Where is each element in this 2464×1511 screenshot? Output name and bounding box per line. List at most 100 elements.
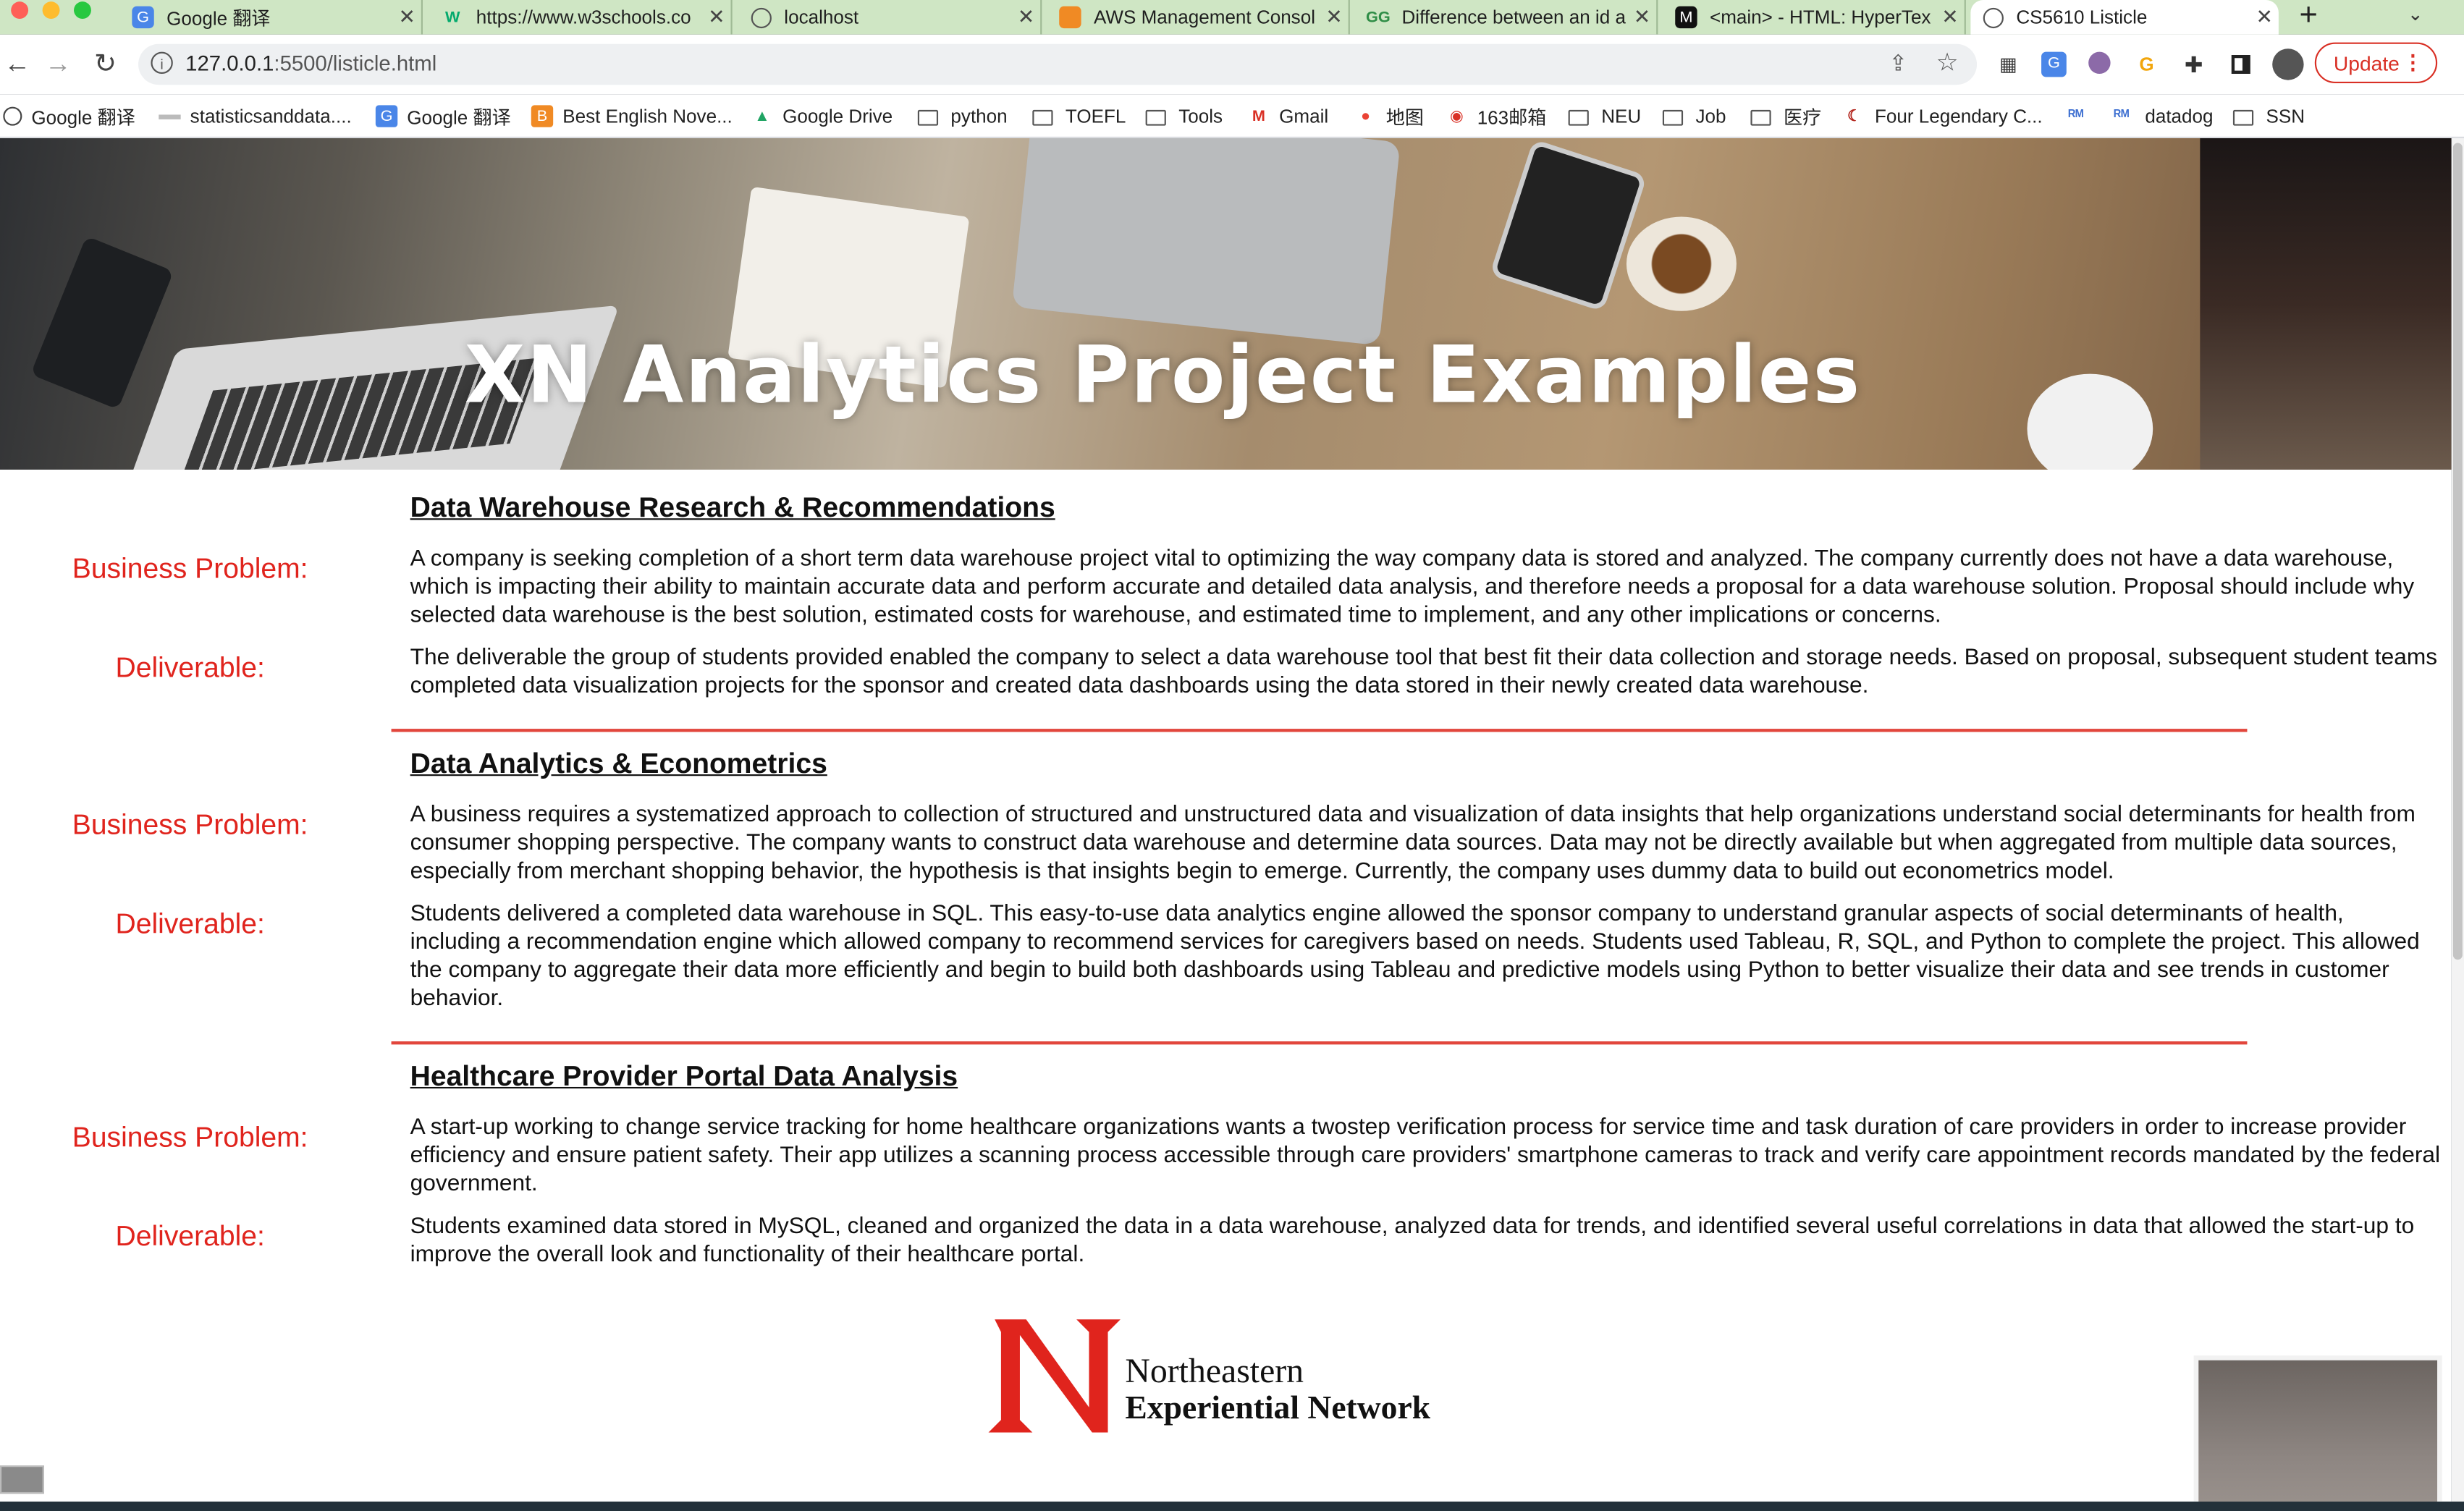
tab-geeksforgeeks[interactable]: GG Difference between an id a ✕ — [1354, 0, 1658, 35]
deliverable-label: Deliverable: — [115, 1220, 265, 1252]
map-pin-icon: ● — [1360, 107, 1371, 125]
folder-icon — [917, 109, 939, 126]
back-icon[interactable]: ← — [0, 47, 35, 82]
browser-toolbar: ← → ↻ i 127.0.0.1:5500/listicle.html ⇪ ☆… — [0, 34, 2464, 95]
deliverable-text: Students delivered a completed data ware… — [410, 901, 2420, 1012]
tab-w3schools[interactable]: W https://www.w3schools.co ✕ — [429, 0, 733, 35]
bookmark-statisticsanddata[interactable]: statisticsanddata.... — [159, 101, 352, 132]
project-title: Healthcare Provider Portal Data Analysis — [410, 1060, 958, 1092]
page-scrollbar[interactable] — [2451, 138, 2464, 1502]
reload-icon[interactable]: ↻ — [88, 47, 123, 82]
tab-cs5610-listicle[interactable]: CS5610 Listicle ✕ — [1970, 0, 2279, 35]
bookmark-datadog[interactable]: ᴿᴹ datadog — [2107, 101, 2213, 132]
deliverable-label: Deliverable: — [115, 651, 265, 684]
bookmark-best-english-novels[interactable]: B Best English Nove... — [531, 101, 733, 132]
tab-localhost[interactable]: localhost ✕ — [738, 0, 1042, 35]
bookmark-four-legendary[interactable]: ☾ Four Legendary C... — [1844, 101, 2043, 132]
google-drive-icon: ▲ — [754, 107, 770, 125]
northeastern-logo: Northeastern Experiential Network — [988, 1313, 1448, 1439]
globe-icon — [3, 106, 22, 126]
bookmark-star-icon[interactable]: ☆ — [1936, 47, 1959, 78]
folder-icon — [1662, 109, 1684, 126]
tab-google-translate[interactable]: G Google 翻译 ✕ — [119, 0, 423, 35]
address-bar[interactable]: i 127.0.0.1:5500/listicle.html ⇪ ☆ — [138, 43, 1978, 85]
hero-title: XN Analytics Project Examples — [464, 329, 1862, 421]
bookmark-folder-tools[interactable]: Tools — [1145, 101, 1223, 132]
scroll-nub[interactable] — [0, 1465, 44, 1494]
gmail-icon: M — [1252, 107, 1265, 125]
bookmark-163-mail[interactable]: ◉ 163邮箱 — [1446, 101, 1546, 132]
globe-icon — [1983, 7, 2004, 27]
grammarly-icon[interactable]: G — [2134, 52, 2159, 77]
globe-icon — [751, 7, 772, 27]
bookmark-folder-toefl[interactable]: TOEFL — [1032, 101, 1126, 132]
dash-icon — [159, 114, 181, 119]
google-translate-extension-icon[interactable]: G — [2041, 51, 2067, 77]
browser-window: G Google 翻译 ✕ W https://www.w3schools.co… — [0, 0, 2464, 1511]
share-icon[interactable]: ⇪ — [1889, 50, 1907, 77]
coffee-cup-image — [1626, 216, 1737, 311]
bookmark-gmail[interactable]: M Gmail — [1248, 101, 1328, 132]
bookmark-folder-job[interactable]: Job — [1662, 101, 1726, 132]
video-thumbnail[interactable] — [2193, 1355, 2442, 1502]
close-window-button[interactable] — [11, 1, 29, 20]
site-info-icon[interactable]: i — [151, 51, 173, 75]
northeastern-n-icon — [988, 1319, 1121, 1433]
google-translate-icon: G — [132, 6, 154, 29]
close-tab-icon[interactable]: ✕ — [1936, 5, 1965, 30]
extensions-puzzle-icon[interactable]: ✚ — [2181, 52, 2206, 77]
business-problem-text: A start-up working to change service tra… — [410, 1115, 2441, 1197]
bookmark-maps[interactable]: ● 地图 — [1354, 101, 1424, 132]
bookmark-google-translate-2[interactable]: G Google 翻译 — [375, 101, 511, 132]
bookmark-folder-python[interactable]: python — [917, 101, 1008, 132]
business-problem-label: Business Problem: — [72, 1121, 308, 1154]
mail-163-icon: ◉ — [1449, 107, 1464, 125]
rm-icon: ᴿᴹ — [2114, 107, 2130, 125]
rm-icon: ᴿᴹ — [2068, 107, 2084, 125]
folder-icon — [1032, 109, 1053, 126]
close-tab-icon[interactable]: ✕ — [1628, 5, 1656, 30]
close-tab-icon[interactable]: ✕ — [393, 5, 421, 30]
avatar[interactable] — [2272, 48, 2304, 80]
minimize-window-button[interactable] — [42, 1, 60, 20]
new-tab-button[interactable]: + — [2291, 0, 2326, 35]
scrollbar-thumb[interactable] — [2452, 143, 2463, 960]
close-tab-icon[interactable]: ✕ — [2250, 5, 2279, 30]
section-divider — [391, 1041, 2248, 1045]
deliverable-label: Deliverable: — [115, 907, 265, 939]
tab-aws[interactable]: AWS Management Consol ✕ — [1047, 0, 1350, 35]
business-problem-label: Business Problem: — [72, 553, 308, 585]
business-problem-text: A company is seeking completion of a sho… — [410, 546, 2415, 629]
side-panel-icon[interactable] — [2228, 52, 2253, 77]
close-tab-icon[interactable]: ✕ — [1320, 5, 1349, 30]
deliverable-text: Students examined data stored in MySQL, … — [410, 1214, 2415, 1268]
laptop-2-image — [1011, 138, 1401, 346]
update-button[interactable]: Update ⋮ — [2314, 42, 2438, 84]
mdn-icon: M — [1675, 6, 1697, 29]
chevron-down-icon[interactable]: ⌄ — [2408, 3, 2423, 25]
desktop-strip — [0, 1501, 2464, 1511]
qr-code-icon[interactable]: ▦ — [1996, 52, 2021, 77]
more-menu-icon[interactable]: ⋮ — [2402, 50, 2423, 75]
tab-mdn[interactable]: M <main> - HTML: HyperTex ✕ — [1663, 0, 1966, 35]
zoom-window-button[interactable] — [74, 1, 91, 20]
bookmark-folder-neu[interactable]: NEU — [1568, 101, 1641, 132]
bookmark-folder-medical[interactable]: 医疗 — [1750, 101, 1821, 132]
bookmark-google-drive[interactable]: ▲ Google Drive — [751, 101, 893, 132]
web-page: XN Analytics Project Examples Data Wareh… — [0, 138, 2452, 1502]
close-tab-icon[interactable]: ✕ — [1012, 5, 1040, 30]
phone-2-image — [1489, 139, 1647, 312]
close-tab-icon[interactable]: ✕ — [702, 5, 730, 30]
bookmark-google-translate[interactable]: Google 翻译 — [3, 101, 135, 132]
hero-banner: XN Analytics Project Examples — [0, 138, 2452, 470]
bookmark-datadog-1[interactable]: ᴿᴹ — [2062, 101, 2099, 132]
google-translate-icon: G — [375, 105, 398, 127]
folder-icon — [1568, 109, 1589, 126]
forward-icon[interactable]: → — [41, 47, 75, 82]
business-problem-text: A business requires a systematized appro… — [410, 803, 2416, 884]
project-title: Data Analytics & Econometrics — [410, 748, 827, 779]
w3schools-icon: W — [444, 8, 460, 26]
bookmark-folder-ssn[interactable]: SSN — [2232, 101, 2305, 132]
address-url[interactable]: 127.0.0.1:5500/listicle.html — [185, 52, 436, 76]
extension-circle-icon[interactable] — [2088, 51, 2111, 75]
